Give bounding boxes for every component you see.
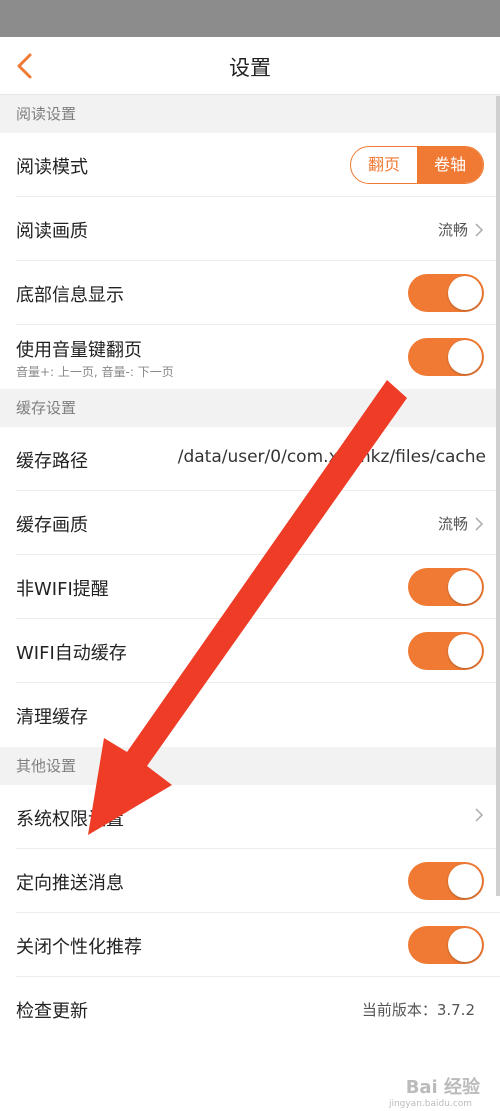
volume-key-label: 使用音量键翻页 [16,340,142,361]
read-quality-value-wrap: 流畅 [438,219,484,240]
row-read-quality[interactable]: 阅读画质 流畅 [0,197,500,261]
read-mode-option-scroll[interactable]: 卷轴 [417,147,483,183]
scrollbar[interactable] [496,96,500,896]
section-header-other: 其他设置 [0,747,500,785]
non-wifi-alert-label: 非WIFI提醒 [16,579,109,600]
read-mode-option-page[interactable]: 翻页 [351,147,417,183]
row-close-personalized: 关闭个性化推荐 [0,913,500,977]
row-volume-key: 使用音量键翻页 音量+: 上一页, 音量-: 下一页 [0,325,500,389]
read-quality-value: 流畅 [437,221,468,239]
cache-quality-label: 缓存画质 [16,515,88,536]
watermark-url: jingyan.baidu.com [388,1099,472,1109]
toggle-knob [448,864,482,898]
system-permission-label: 系统权限设置 [16,809,124,830]
wifi-auto-cache-toggle[interactable] [408,632,484,670]
toggle-knob [448,276,482,310]
nav-bar: 设置 [0,37,500,95]
non-wifi-alert-toggle[interactable] [408,568,484,606]
row-cache-path[interactable]: 缓存路径 /data/user/0/com.x j.mkz/files/cach… [0,427,500,491]
status-bar [0,0,500,37]
row-targeted-push: 定向推送消息 [0,849,500,913]
cache-quality-value: 流畅 [437,515,468,533]
chevron-right-icon [475,516,484,531]
chevron-right-icon [475,222,484,237]
cache-path-value: /data/user/0/com.x j.mkz/files/cache [177,447,486,467]
read-mode-segmented-control: 翻页 卷轴 [350,146,484,184]
check-update-value: 当前版本：3.7.2 [361,1001,475,1019]
row-read-mode: 阅读模式 翻页 卷轴 [0,133,500,197]
check-update-label: 检查更新 [16,1001,88,1022]
volume-key-subtitle: 音量+: 上一页, 音量-: 下一页 [16,365,174,379]
section-header-cache: 缓存设置 [0,389,500,427]
row-cache-quality[interactable]: 缓存画质 流畅 [0,491,500,555]
toggle-knob [448,340,482,374]
row-system-permission[interactable]: 系统权限设置 [0,785,500,849]
toggle-knob [448,928,482,962]
section-header-reading: 阅读设置 [0,95,500,133]
bottom-info-label: 底部信息显示 [16,285,124,306]
close-personalized-toggle[interactable] [408,926,484,964]
close-personalized-label: 关闭个性化推荐 [16,937,142,958]
row-bottom-info: 底部信息显示 [0,261,500,325]
read-mode-label: 阅读模式 [16,157,88,178]
toggle-knob [448,570,482,604]
cache-path-label: 缓存路径 [16,451,88,472]
cache-quality-value-wrap: 流畅 [438,513,484,534]
row-non-wifi-alert: 非WIFI提醒 [0,555,500,619]
read-quality-label: 阅读画质 [16,221,88,242]
row-wifi-auto-cache: WIFI自动缓存 [0,619,500,683]
clear-cache-label: 清理缓存 [16,707,88,728]
targeted-push-toggle[interactable] [408,862,484,900]
chevron-right-icon [475,808,484,822]
row-clear-cache[interactable]: 清理缓存 [0,683,500,747]
watermark-logo: Bai 经验 [405,1077,480,1098]
system-permission-chevron-wrap [468,807,484,823]
toggle-knob [448,634,482,668]
wifi-auto-cache-label: WIFI自动缓存 [16,643,127,664]
page-title: 设置 [229,56,271,80]
volume-key-toggle[interactable] [408,338,484,376]
targeted-push-label: 定向推送消息 [16,873,124,894]
row-check-update[interactable]: 检查更新 当前版本：3.7.2 [0,977,500,1041]
bottom-info-toggle[interactable] [408,274,484,312]
